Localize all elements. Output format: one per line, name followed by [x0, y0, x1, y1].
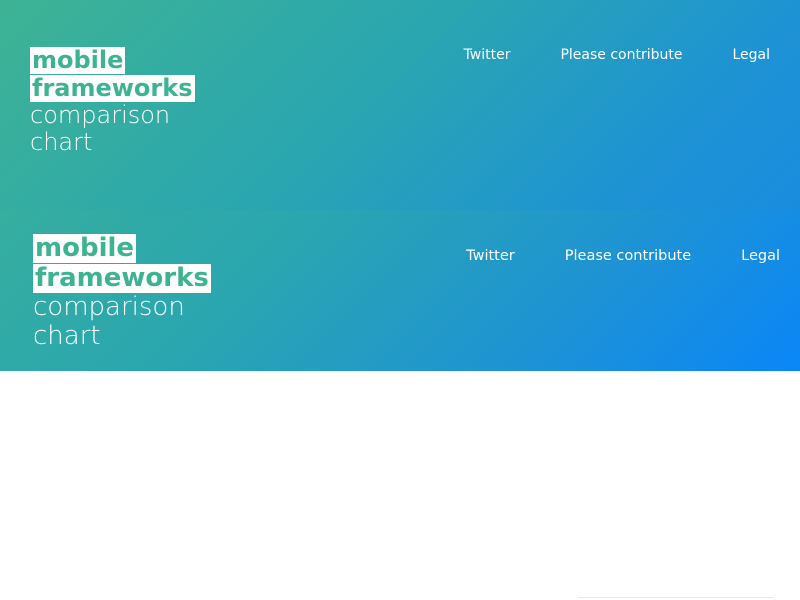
- nav-link-legal[interactable]: Legal: [741, 248, 780, 264]
- brand-word-comparison: comparison: [33, 292, 185, 323]
- brand-word-chart: chart: [33, 321, 101, 352]
- brand-word-mobile: mobile: [30, 46, 126, 74]
- nav-link-contribute[interactable]: Please contribute: [560, 47, 682, 63]
- brand-logo[interactable]: mobile frameworks comparison chart: [30, 46, 195, 156]
- brand-word-chart: chart: [30, 127, 93, 156]
- nav-link-contribute[interactable]: Please contribute: [565, 248, 691, 264]
- nav-link-legal[interactable]: Legal: [732, 47, 770, 63]
- content-divider: [578, 597, 773, 598]
- brand-word-frameworks: frameworks: [30, 74, 195, 102]
- top-nav: Twitter Please contribute Legal: [414, 47, 770, 63]
- main-nav: Twitter Please contribute Legal: [416, 248, 780, 264]
- brand-logo-secondary[interactable]: mobile frameworks comparison chart: [33, 233, 211, 351]
- brand-word-comparison: comparison: [30, 101, 171, 129]
- nav-link-twitter[interactable]: Twitter: [466, 248, 515, 264]
- hero-banner: mobile frameworks comparison chart Twitt…: [0, 0, 800, 371]
- brand-word-frameworks: frameworks: [33, 263, 211, 294]
- brand-word-mobile: mobile: [33, 233, 137, 264]
- nav-link-twitter[interactable]: Twitter: [464, 47, 511, 63]
